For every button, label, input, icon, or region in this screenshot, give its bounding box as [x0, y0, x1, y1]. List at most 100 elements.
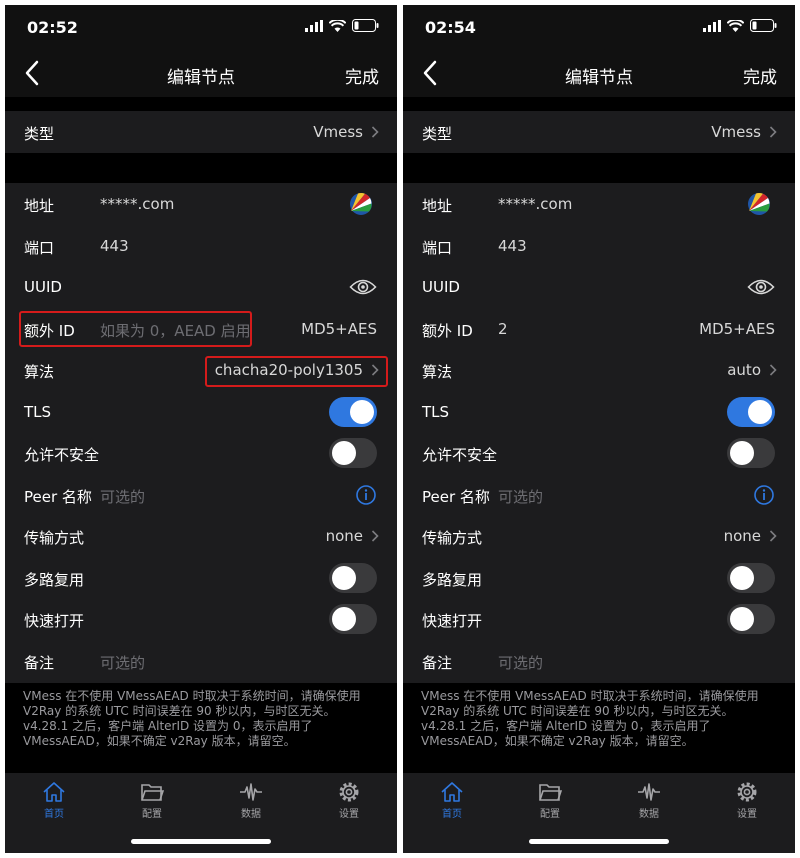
tls-label: TLS	[24, 402, 52, 421]
type-row[interactable]: 类型 Vmess	[5, 111, 397, 153]
address-value: *****.com	[100, 195, 175, 213]
eye-icon[interactable]	[349, 277, 377, 297]
insecure-label: 允许不安全	[422, 446, 498, 464]
transport-row[interactable]: 传输方式 none	[403, 515, 795, 557]
flag-icon	[748, 193, 770, 215]
waveform-icon	[240, 783, 262, 801]
status-time: 02:54	[425, 18, 476, 37]
alterid-input[interactable]: 2	[498, 320, 508, 338]
home-indicator	[529, 839, 669, 844]
port-value: 443	[498, 236, 527, 255]
chevron-right-icon	[769, 530, 777, 542]
peer-input[interactable]: 可选的	[498, 486, 543, 507]
status-bar: 02:54	[403, 5, 795, 49]
remark-input[interactable]: 可选的	[100, 652, 145, 673]
insecure-toggle[interactable]	[727, 438, 775, 468]
eye-icon[interactable]	[747, 277, 775, 297]
address-row[interactable]: 地址 *****.com	[5, 183, 397, 225]
address-row[interactable]: 地址 *****.com	[403, 183, 795, 225]
folder-icon	[141, 784, 164, 801]
remark-row[interactable]: 备注 可选的	[5, 639, 397, 683]
tab-home[interactable]: 首页	[422, 781, 482, 820]
home-icon	[43, 782, 65, 802]
page-title: 编辑节点	[565, 68, 633, 88]
highlight-box-alterid	[19, 311, 252, 347]
tab-config[interactable]: 配置	[122, 781, 182, 820]
phone-screen-left: 02:52 编辑节点 完成 类型 Vmess 地址 *****.com 端口 4…	[5, 5, 397, 853]
status-time: 02:52	[27, 18, 78, 37]
info-icon[interactable]	[754, 484, 774, 505]
fastopen-label: 快速打开	[422, 612, 483, 630]
wifi-icon	[727, 19, 744, 32]
security-value[interactable]: MD5+AES	[699, 320, 775, 338]
transport-row[interactable]: 传输方式 none	[5, 515, 397, 557]
tab-data[interactable]: 数据	[221, 781, 281, 820]
transport-value: none	[723, 527, 761, 545]
status-bar: 02:52	[5, 5, 397, 49]
remark-row[interactable]: 备注 可选的	[403, 639, 795, 683]
phone-screen-right: 02:54 编辑节点 完成 类型 Vmess 地址 *****.com 端口 4…	[403, 5, 795, 853]
gear-icon	[339, 782, 359, 802]
uuid-row[interactable]: UUID	[5, 266, 397, 308]
signal-icon	[703, 19, 721, 32]
navigation-bar: 编辑节点 完成	[5, 49, 397, 97]
gear-icon	[737, 782, 757, 802]
transport-label: 传输方式	[422, 529, 483, 547]
security-value[interactable]: MD5+AES	[301, 320, 377, 338]
chevron-right-icon	[371, 530, 379, 542]
insecure-row[interactable]: 允许不安全	[5, 432, 397, 474]
transport-value: none	[325, 527, 363, 545]
tls-toggle[interactable]	[727, 396, 775, 427]
tls-toggle[interactable]	[329, 396, 377, 427]
port-label: 端口	[422, 238, 453, 257]
address-value: *****.com	[498, 195, 573, 213]
tab-data[interactable]: 数据	[619, 781, 679, 820]
port-row[interactable]: 端口 443	[403, 224, 795, 266]
fastopen-toggle[interactable]	[329, 604, 377, 634]
algorithm-value: auto	[727, 361, 761, 379]
type-row[interactable]: 类型 Vmess	[403, 111, 795, 153]
address-label: 地址	[422, 197, 453, 215]
mux-toggle[interactable]	[727, 562, 775, 593]
tls-row[interactable]: TLS	[403, 390, 795, 432]
signal-icon	[305, 19, 323, 32]
tab-settings[interactable]: 设置	[717, 781, 777, 820]
battery-icon	[352, 19, 379, 32]
tls-label: TLS	[422, 402, 450, 421]
insecure-toggle[interactable]	[329, 438, 377, 468]
highlight-box-algorithm	[205, 356, 388, 387]
peer-input[interactable]: 可选的	[100, 486, 145, 507]
fastopen-label: 快速打开	[24, 612, 85, 630]
peer-row[interactable]: Peer 名称 可选的	[5, 473, 397, 515]
tls-row[interactable]: TLS	[5, 390, 397, 432]
peer-label: Peer 名称	[24, 487, 92, 506]
mux-row[interactable]: 多路复用	[5, 556, 397, 598]
done-button[interactable]: 完成	[743, 63, 777, 88]
port-row[interactable]: 端口 443	[5, 224, 397, 266]
remark-label: 备注	[422, 653, 453, 672]
insecure-label: 允许不安全	[24, 446, 100, 464]
uuid-row[interactable]: UUID	[403, 266, 795, 308]
type-label: 类型	[24, 125, 55, 143]
peer-row[interactable]: Peer 名称 可选的	[403, 473, 795, 515]
algorithm-label: 算法	[24, 363, 55, 381]
info-icon[interactable]	[356, 484, 376, 505]
insecure-row[interactable]: 允许不安全	[403, 432, 795, 474]
tab-settings[interactable]: 设置	[319, 781, 379, 820]
fastopen-row[interactable]: 快速打开	[403, 598, 795, 640]
mux-toggle[interactable]	[329, 562, 377, 593]
tab-config[interactable]: 配置	[520, 781, 580, 820]
home-icon	[441, 782, 463, 802]
fastopen-row[interactable]: 快速打开	[5, 598, 397, 640]
alterid-row[interactable]: 额外 ID 2 MD5+AES	[403, 307, 795, 349]
done-button[interactable]: 完成	[345, 63, 379, 88]
home-indicator	[131, 839, 271, 844]
fastopen-toggle[interactable]	[727, 604, 775, 634]
mux-row[interactable]: 多路复用	[403, 556, 795, 598]
port-label: 端口	[24, 238, 55, 257]
chevron-right-icon	[769, 364, 777, 376]
algorithm-row[interactable]: 算法 auto	[403, 349, 795, 391]
tab-home[interactable]: 首页	[24, 781, 84, 820]
remark-input[interactable]: 可选的	[498, 652, 543, 673]
peer-label: Peer 名称	[422, 487, 490, 506]
